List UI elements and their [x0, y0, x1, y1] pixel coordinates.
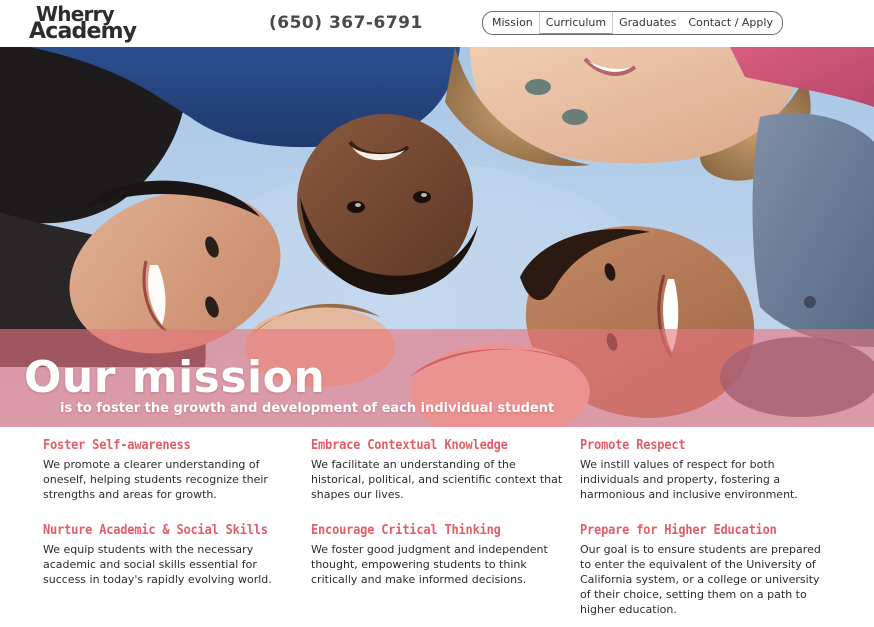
site-header: Wherry Academy (650) 367-6791 Mission Cu… [0, 0, 874, 47]
feature-body: Our goal is to ensure students are prepa… [580, 543, 821, 616]
feature-critical-thinking: Encourage Critical Thinking We foster go… [311, 522, 563, 587]
hero-title: Our mission [24, 352, 326, 403]
feature-body: We facilitate an understanding of the hi… [311, 458, 563, 501]
feature-title: Foster Self-awareness [43, 437, 191, 453]
feature-title: Promote Respect [580, 437, 686, 453]
feature-academic-social-skills: Nurture Academic & Social Skills We equi… [43, 522, 295, 587]
nav-item-mission[interactable]: Mission [483, 12, 539, 34]
feature-higher-education: Prepare for Higher Education Our goal is… [580, 522, 832, 617]
page: Wherry Academy (650) 367-6791 Mission Cu… [0, 0, 874, 627]
feature-title: Encourage Critical Thinking [311, 522, 501, 538]
feature-body: We equip students with the necessary aca… [43, 543, 272, 586]
feature-respect: Promote Respect We instill values of res… [580, 437, 832, 502]
feature-body: We foster good judgment and independent … [311, 543, 548, 586]
hero-subtitle: is to foster the growth and development … [60, 401, 555, 416]
feature-contextual-knowledge: Embrace Contextual Knowledge We facilita… [311, 437, 563, 502]
nav-item-contact-apply[interactable]: Contact / Apply [682, 12, 782, 34]
feature-title: Nurture Academic & Social Skills [43, 522, 268, 538]
main-nav: Mission Curriculum Graduates Contact / A… [482, 11, 783, 35]
feature-title: Prepare for Higher Education [580, 522, 777, 538]
feature-title: Embrace Contextual Knowledge [311, 437, 508, 453]
feature-body: We promote a clearer understanding of on… [43, 458, 268, 501]
nav-item-curriculum[interactable]: Curriculum [538, 12, 614, 34]
feature-body: We instill values of respect for both in… [580, 458, 798, 501]
site-logo[interactable]: Wherry Academy [29, 4, 149, 46]
logo-wordmark-line2: Academy [29, 19, 137, 44]
nav-item-graduates[interactable]: Graduates [613, 12, 682, 34]
feature-self-awareness: Foster Self-awareness We promote a clear… [43, 437, 295, 502]
mission-features: Foster Self-awareness We promote a clear… [0, 427, 874, 627]
phone-number[interactable]: (650) 367-6791 [269, 13, 423, 33]
hero-section: Our mission is to foster the growth and … [0, 47, 874, 427]
